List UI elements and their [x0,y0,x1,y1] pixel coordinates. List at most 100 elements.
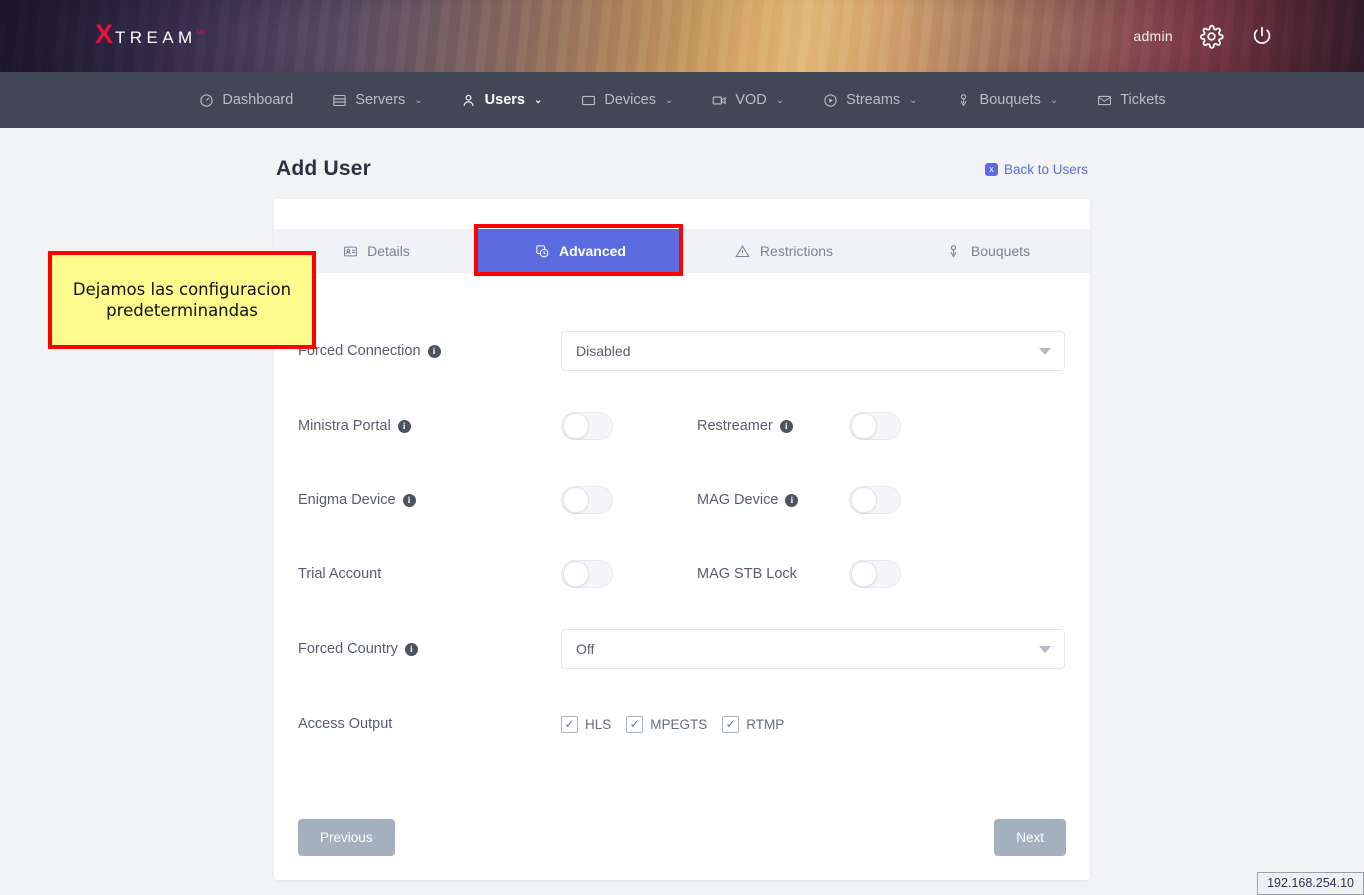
gear-icon[interactable] [1199,24,1224,49]
toggle-knob [563,413,589,439]
restreamer-label-group: Restreamer i [697,418,849,434]
nav-item-users[interactable]: Users ⌄ [442,72,562,128]
power-icon[interactable] [1250,24,1274,48]
mag-stb-lock-toggle-cell [849,560,931,588]
trial-account-toggle-cell [561,560,697,588]
chevron-down-icon [1039,348,1051,355]
toggle-knob [563,561,589,587]
access-output-label: Access Output [298,716,392,732]
info-icon[interactable]: i [405,643,418,656]
add-user-card: Details Advanced [274,199,1090,880]
admin-username[interactable]: admin [1133,28,1173,44]
id-card-icon [342,243,358,259]
forced-country-select[interactable]: Off [561,629,1065,669]
info-icon[interactable]: i [428,345,441,358]
chevron-down-icon: ⌄ [776,95,784,106]
top-banner: X TREAM UI admin [0,0,1364,72]
tab-advanced[interactable]: Advanced [478,229,682,273]
mag-stb-lock-toggle[interactable] [849,560,901,588]
access-output-options: ✓ HLS ✓ MPEGTS ✓ RTMP [561,716,784,733]
nav-item-bouquets[interactable]: Bouquets ⌄ [937,72,1078,128]
access-output-rtmp[interactable]: ✓ RTMP [722,716,784,733]
ministra-portal-toggle-cell [561,412,697,440]
restreamer-toggle[interactable] [849,412,901,440]
chevron-down-icon: ⌄ [414,95,422,106]
tab-label: Restrictions [760,243,833,259]
content-container: Add User x Back to Users Details [274,128,1090,880]
dashboard-icon [198,92,214,108]
bouquet-icon [956,92,972,108]
card-top-strip [274,199,1090,229]
nav-item-vod[interactable]: VOD ⌄ [692,72,803,128]
back-to-users-label: Back to Users [1004,162,1088,177]
chevron-down-icon: ⌄ [1050,95,1058,106]
tab-restrictions[interactable]: Restrictions [682,229,886,273]
tab-label: Details [367,243,410,259]
header-actions: admin [1133,0,1274,72]
page-title: Add User [276,157,371,181]
ip-address-tooltip: 192.168.254.10 [1257,872,1364,895]
forced-connection-label: Forced Connection [298,343,421,359]
info-icon[interactable]: i [403,494,416,507]
toggle-knob [851,561,877,587]
tab-bouquets[interactable]: Bouquets [886,229,1090,273]
forced-country-value: Off [561,629,1065,669]
chevron-down-icon: ⌄ [909,95,917,106]
field-trial-magstb: Trial Account MAG STB Lock [298,537,1066,611]
advanced-form: Forced Connection i Disabled Ministra Po… [274,273,1090,795]
restreamer-toggle-cell [849,412,931,440]
nav-label: VOD [735,92,766,108]
back-to-users-link[interactable]: x Back to Users [985,162,1088,177]
forced-country-label-group: Forced Country i [298,641,561,657]
field-access-output: Access Output ✓ HLS ✓ MPEGTS ✓ [298,687,1066,761]
play-icon [822,92,838,108]
card-bottom-spacer [274,856,1090,880]
xtream-logo[interactable]: X TREAM UI [95,21,204,48]
access-output-label-group: Access Output [298,716,561,732]
forced-connection-value: Disabled [561,331,1065,371]
checkbox-checked-icon: ✓ [722,716,739,733]
enigma-device-toggle[interactable] [561,486,613,514]
nav-item-streams[interactable]: Streams ⌄ [803,72,936,128]
nav-label: Streams [846,92,900,108]
mag-device-label-group: MAG Device i [697,492,849,508]
wizard-buttons: Previous Next [274,795,1090,856]
nav-item-tickets[interactable]: Tickets [1077,72,1184,128]
video-icon [711,92,727,108]
info-icon[interactable]: i [780,420,793,433]
info-icon[interactable]: i [398,420,411,433]
mag-device-toggle[interactable] [849,486,901,514]
ministra-portal-toggle[interactable] [561,412,613,440]
tab-label: Bouquets [971,243,1030,259]
wizard-tabbar: Details Advanced [274,229,1090,273]
field-ministra-restreamer: Ministra Portal i Restreamer i [298,389,1066,463]
access-output-mpegts[interactable]: ✓ MPEGTS [626,716,707,733]
forced-connection-select[interactable]: Disabled [561,331,1065,371]
toggle-knob [851,487,877,513]
nav-item-devices[interactable]: Devices ⌄ [561,72,692,128]
warning-icon [735,243,751,259]
enigma-device-label-group: Enigma Device i [298,492,561,508]
trial-account-label: Trial Account [298,566,381,582]
nav-label: Bouquets [980,92,1041,108]
logo-superscript: UI [197,29,204,36]
server-icon [331,92,347,108]
checkbox-checked-icon: ✓ [626,716,643,733]
mag-stb-lock-label: MAG STB Lock [697,566,797,582]
info-icon[interactable]: i [785,494,798,507]
nav-label: Dashboard [222,92,293,108]
main-navigation: Dashboard Servers ⌄ Users ⌄ Devices ⌄ [0,72,1364,128]
access-output-hls[interactable]: ✓ HLS [561,716,611,733]
nav-item-dashboard[interactable]: Dashboard [179,72,312,128]
forced-country-label: Forced Country [298,641,398,657]
mag-device-label: MAG Device [697,492,778,508]
trial-account-toggle[interactable] [561,560,613,588]
next-button[interactable]: Next [994,819,1066,856]
previous-button[interactable]: Previous [298,819,395,856]
nav-item-servers[interactable]: Servers ⌄ [312,72,441,128]
forced-connection-label-group: Forced Connection i [298,343,561,359]
mag-device-toggle-cell [849,486,931,514]
ministra-portal-label: Ministra Portal [298,418,391,434]
device-icon [580,92,596,108]
envelope-icon [1096,92,1112,108]
